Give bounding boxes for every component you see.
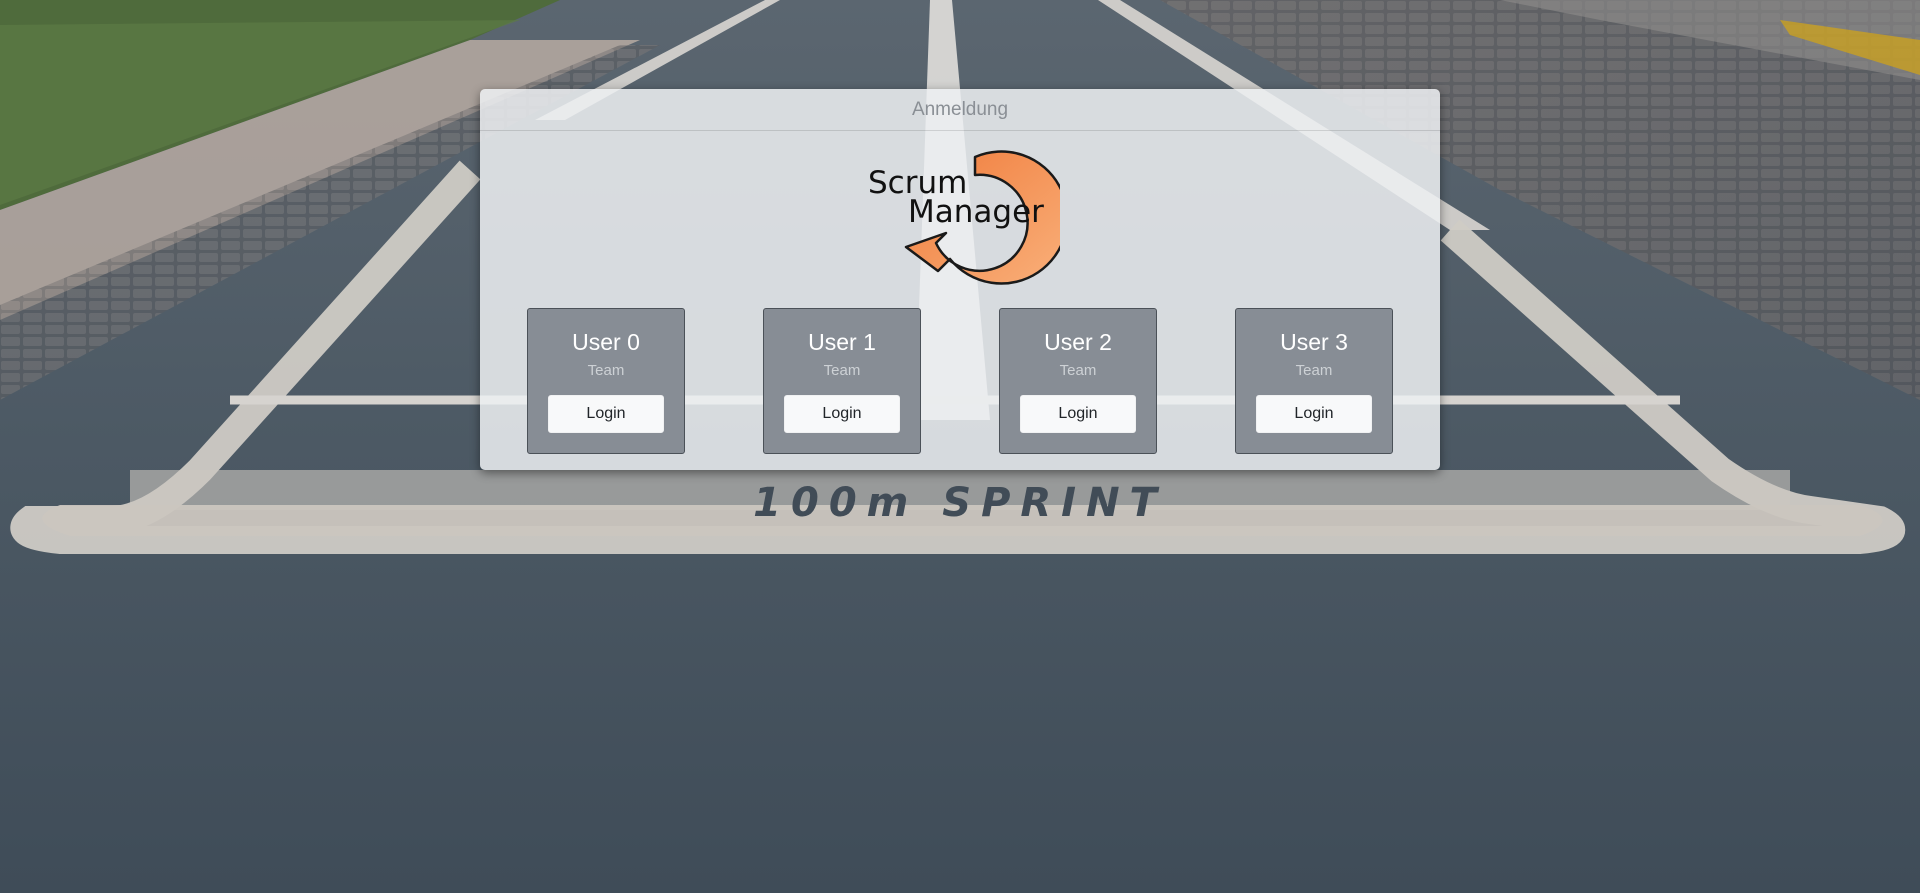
user-card-0: User 0 Team Login: [527, 308, 685, 454]
user-role: Team: [1295, 362, 1333, 379]
user-name: User 3: [1280, 329, 1348, 355]
logo-circular-arrow-icon: Scrum Manager: [868, 150, 1069, 285]
user-role: Team: [587, 362, 625, 379]
login-button-user-3[interactable]: Login: [1256, 395, 1372, 433]
scrum-manager-logo: Scrum Manager: [860, 145, 1069, 291]
login-page: 100m SPRINT Anmeldung Scrum Manager User: [0, 0, 1920, 893]
login-button-user-0[interactable]: Login: [548, 395, 664, 433]
panel-title: Anmeldung: [480, 89, 1440, 131]
user-role: Team: [823, 362, 861, 379]
user-card-3: User 3 Team Login: [1235, 308, 1393, 454]
user-list: User 0 Team Login User 1 Team Login User…: [480, 308, 1440, 454]
user-name: User 1: [808, 329, 876, 355]
login-button-user-2[interactable]: Login: [1020, 395, 1136, 433]
logo-text-manager: Manager: [908, 194, 1044, 230]
user-name: User 2: [1044, 329, 1112, 355]
login-button-user-1[interactable]: Login: [784, 395, 900, 433]
login-panel: Anmeldung Scrum Manager User 0 Team Logi…: [480, 89, 1440, 470]
user-name: User 0: [572, 329, 640, 355]
user-role: Team: [1059, 362, 1097, 379]
user-card-1: User 1 Team Login: [763, 308, 921, 454]
user-card-2: User 2 Team Login: [999, 308, 1157, 454]
track-marking-text: 100m SPRINT: [753, 480, 1167, 526]
